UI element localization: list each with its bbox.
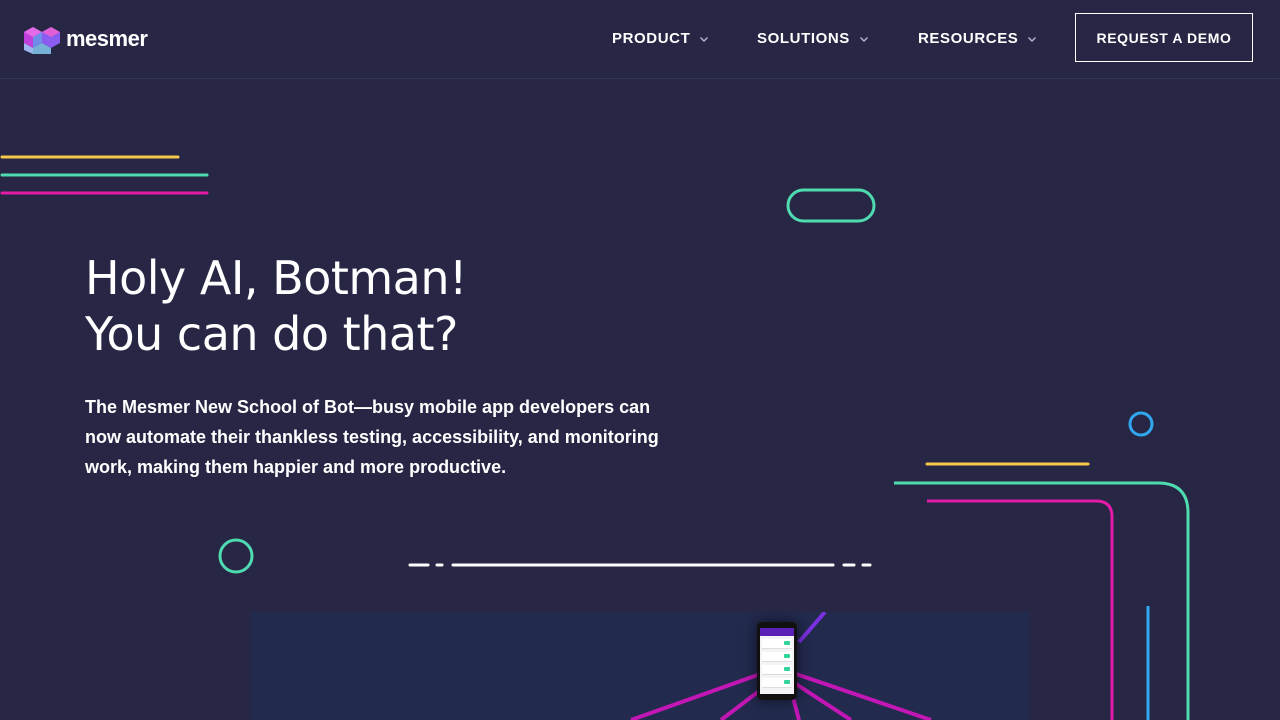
product-preview-image	[251, 612, 1029, 720]
connection-lines	[630, 612, 932, 720]
green-pill-shape	[786, 188, 876, 223]
hero-title-line: You can do that?	[85, 307, 458, 361]
hero-title: Holy AI, Botman! You can do that?	[85, 250, 467, 362]
blue-circle-shape	[1128, 411, 1154, 437]
page: mesmer PRODUCT SOLUTIONS RESOURCES REQUE…	[0, 0, 1280, 720]
green-circle-shape	[218, 538, 254, 574]
phone-screen	[760, 628, 794, 694]
phone-mockup	[757, 622, 797, 700]
hero-title-line: Holy AI, Botman!	[85, 251, 467, 305]
hero-description: The Mesmer New School of Bot—busy mobile…	[85, 397, 659, 477]
